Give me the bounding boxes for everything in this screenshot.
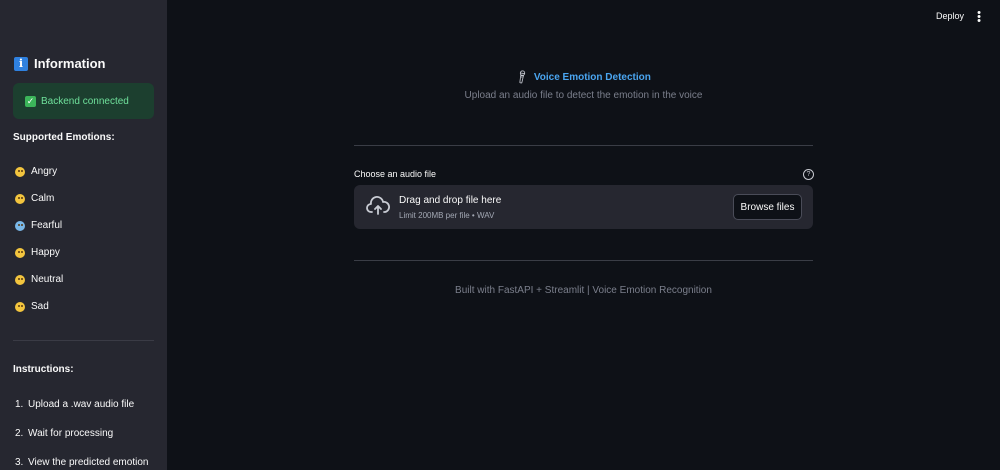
emotion-label: Neutral [31, 274, 64, 285]
footer-text: Built with FastAPI + Streamlit | Voice E… [455, 285, 712, 296]
page-subtitle: Upload an audio file to detect the emoti… [464, 90, 703, 101]
emotion-item-angry: Angry [15, 158, 63, 185]
instruction-text: View the predicted emotion [28, 457, 149, 468]
instruction-text: Wait for processing [28, 428, 114, 439]
instruction-number: 3. [15, 457, 24, 468]
page-title: 🎤︎ Voice Emotion Detection [354, 69, 813, 86]
backend-status-text: Backend connected [41, 95, 129, 107]
file-dropzone[interactable]: Drag and drop file here Limit 200MB per … [354, 185, 813, 229]
sad-face-icon [15, 301, 25, 312]
sidebar-title-label: Information [34, 56, 106, 71]
emotion-list: Angry Calm Fearful Happy Neutral Sad [15, 158, 63, 320]
instruction-item: 2. Wait for processing [15, 419, 148, 448]
emotion-item-fearful: Fearful [15, 212, 63, 239]
sidebar: i Information ✓ Backend connected Suppor… [0, 0, 167, 470]
instruction-number: 2. [15, 428, 24, 439]
dropzone-hint: Limit 200MB per file • WAV [399, 211, 495, 220]
emotion-item-calm: Calm [15, 185, 63, 212]
info-icon: i [14, 56, 28, 71]
help-icon[interactable]: ? [803, 169, 814, 180]
instruction-item: 1. Upload a .wav audio file [15, 390, 148, 419]
file-uploader-label: Choose an audio file [354, 169, 437, 179]
backend-status-alert: ✓ Backend connected [13, 83, 154, 119]
instruction-item: 3. View the predicted emotion [15, 448, 148, 470]
microphone-icon: 🎤︎ [514, 69, 531, 86]
emotion-item-happy: Happy [15, 239, 63, 266]
browse-files-button[interactable]: Browse files [733, 194, 802, 220]
happy-face-icon [15, 247, 25, 258]
instruction-number: 1. [15, 399, 24, 410]
dropzone-title: Drag and drop file here [399, 195, 502, 206]
calm-face-icon [15, 193, 25, 204]
kebab-menu-icon[interactable]: • • • [977, 8, 981, 27]
emotion-label: Fearful [31, 220, 63, 231]
angry-face-icon [15, 166, 25, 177]
emotion-item-neutral: Neutral [15, 266, 63, 293]
divider-bottom [354, 260, 813, 261]
emotion-label: Sad [31, 301, 49, 312]
sidebar-divider [13, 340, 154, 341]
check-icon: ✓ [25, 95, 36, 107]
emotion-label: Happy [31, 247, 60, 258]
deploy-button[interactable]: Deploy [936, 11, 964, 21]
emotions-heading: Supported Emotions: [13, 132, 115, 143]
emotion-label: Angry [31, 166, 58, 177]
emotion-label: Calm [31, 193, 55, 204]
neutral-face-icon [15, 274, 25, 285]
instructions-list: 1. Upload a .wav audio file 2. Wait for … [15, 390, 148, 470]
divider-top [354, 145, 813, 146]
fearful-face-icon [15, 220, 25, 231]
app-root: i Information ✓ Backend connected Suppor… [0, 0, 1000, 470]
instruction-text: Upload a .wav audio file [28, 399, 135, 410]
cloud-upload-icon [366, 196, 390, 215]
sidebar-title: i Information [14, 56, 106, 71]
emotion-item-sad: Sad [15, 293, 63, 320]
instructions-heading: Instructions: [13, 364, 74, 375]
page-title-text: Voice Emotion Detection [533, 72, 651, 83]
